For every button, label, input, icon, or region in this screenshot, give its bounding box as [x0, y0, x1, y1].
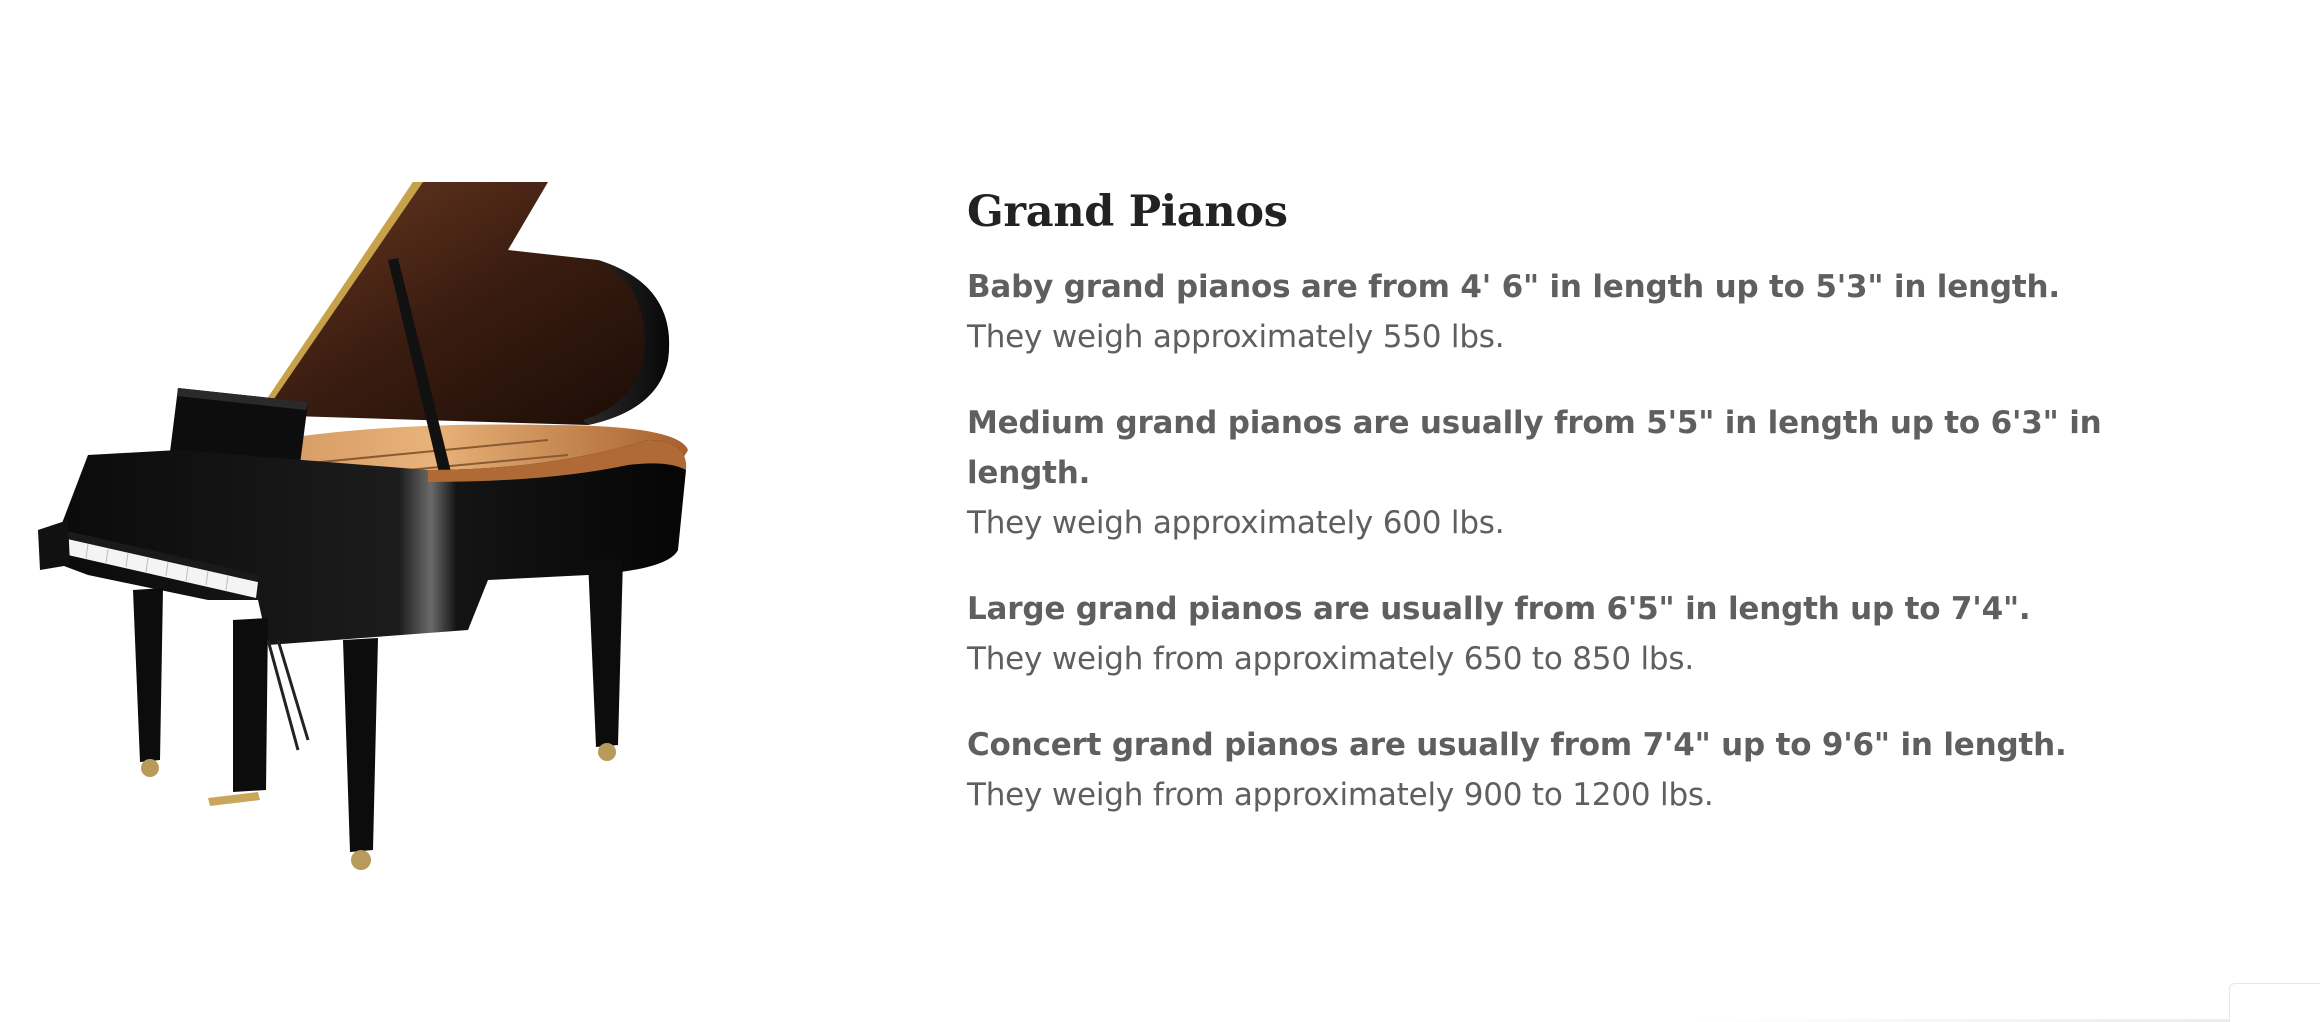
entry-detail: They weigh from approximately 900 to 120…: [967, 777, 1714, 813]
entry-concert-grand: Concert grand pianos are usually from 7'…: [967, 720, 2217, 820]
entry-large-grand: Large grand pianos are usually from 6'5"…: [967, 584, 2217, 684]
entry-detail: They weigh from approximately 650 to 850…: [967, 641, 1695, 677]
piano-sizes-section: Grand Pianos Baby grand pianos are from …: [967, 182, 2217, 856]
entry-detail: They weigh approximately 550 lbs.: [967, 319, 1505, 355]
entry-title: Baby grand pianos are from 4' 6" in leng…: [967, 269, 2060, 305]
entry-title: Medium grand pianos are usually from 5'5…: [967, 405, 2102, 491]
entry-title: Concert grand pianos are usually from 7'…: [967, 727, 2067, 763]
entry-baby-grand: Baby grand pianos are from 4' 6" in leng…: [967, 262, 2217, 362]
entry-detail: They weigh approximately 600 lbs.: [967, 505, 1505, 541]
section-title: Grand Pianos: [967, 187, 1288, 237]
corner-widget[interactable]: [2229, 983, 2320, 1022]
grand-piano-image: [28, 170, 708, 890]
entry-title: Large grand pianos are usually from 6'5"…: [967, 591, 2031, 627]
entry-medium-grand: Medium grand pianos are usually from 5'5…: [967, 398, 2217, 548]
